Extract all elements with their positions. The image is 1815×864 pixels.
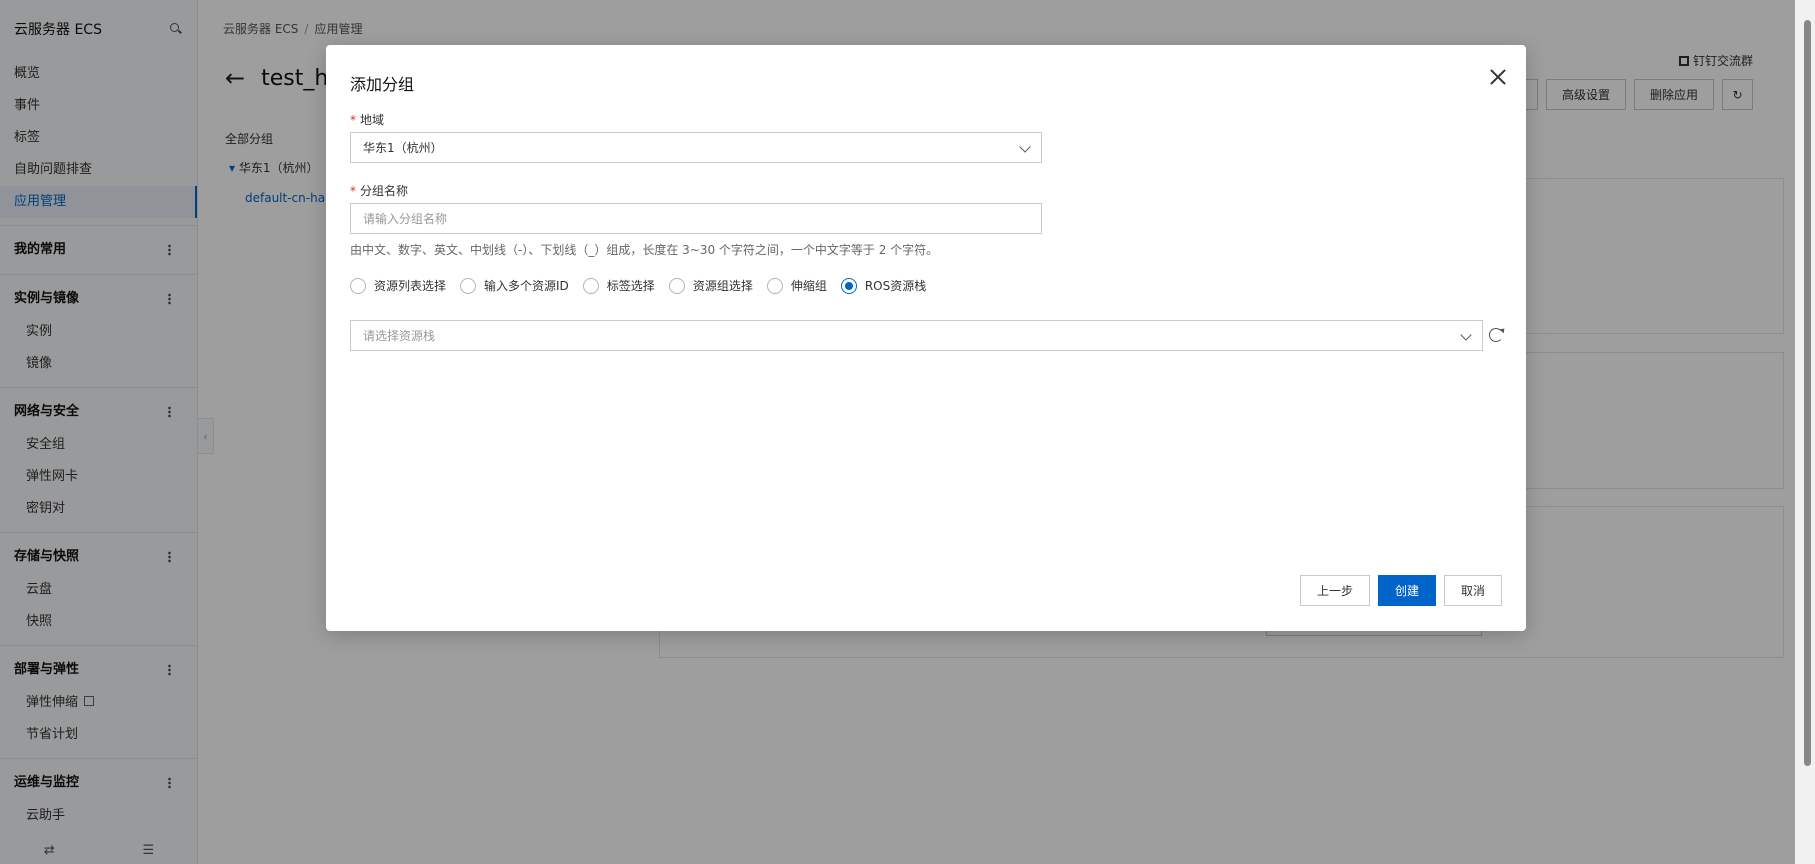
radio-icon	[460, 277, 477, 294]
close-icon[interactable]	[1490, 69, 1506, 85]
resource-selection-radio-group: 资源列表选择 输入多个资源ID 标签选择 资源组选择 伸缩组 ROS资源栈	[350, 277, 926, 294]
radio-resource-list[interactable]: 资源列表选择	[350, 277, 446, 294]
group-name-label: * 分组名称	[350, 182, 408, 199]
radio-label: 资源组选择	[692, 279, 753, 293]
region-label: * 地域	[350, 111, 384, 128]
radio-icon	[582, 277, 599, 294]
group-name-placeholder: 请输入分组名称	[363, 212, 448, 226]
radio-label: 资源列表选择	[374, 279, 447, 293]
radio-tags[interactable]: 标签选择	[582, 277, 655, 294]
group-name-hint: 由中文、数字、英文、中划线（-）、下划线（_）组成，长度在 3~30 个字符之间…	[350, 243, 939, 257]
dialog-footer: 上一步 创建 取消	[1299, 575, 1502, 606]
add-group-dialog: 添加分组 * 地域 华东1（杭州） * 分组名称 请输入分组名称 由中文、数字、英文…	[326, 45, 1526, 631]
cancel-button[interactable]: 取消	[1443, 575, 1502, 606]
radio-icon	[668, 277, 685, 294]
region-select[interactable]: 华东1（杭州）	[350, 132, 1042, 163]
radio-scaling-group[interactable]: 伸缩组	[766, 277, 827, 294]
radio-icon	[766, 277, 783, 294]
chevron-down-icon	[1460, 329, 1472, 341]
create-button[interactable]: 创建	[1377, 575, 1436, 606]
scrollbar-thumb[interactable]	[1804, 20, 1811, 766]
ros-stack-placeholder: 请选择资源栈	[363, 329, 436, 343]
group-name-input[interactable]: 请输入分组名称	[350, 203, 1042, 234]
chevron-down-icon	[1019, 141, 1031, 153]
radio-label: ROS资源栈	[864, 279, 927, 293]
radio-icon	[350, 277, 366, 294]
radio-checked-icon	[840, 277, 857, 294]
required-mark: *	[350, 113, 356, 127]
group-name-label-text: 分组名称	[360, 184, 409, 198]
radio-label: 标签选择	[606, 279, 655, 293]
radio-multiple-ids[interactable]: 输入多个资源ID	[460, 277, 569, 294]
radio-label: 输入多个资源ID	[484, 279, 569, 293]
radio-ros-stack[interactable]: ROS资源栈	[840, 277, 927, 294]
region-label-text: 地域	[360, 113, 385, 127]
region-select-value: 华东1（杭州）	[363, 141, 443, 155]
refresh-icon[interactable]	[1489, 328, 1503, 342]
dialog-title: 添加分组	[350, 75, 415, 94]
radio-label: 伸缩组	[790, 279, 827, 293]
ros-stack-select[interactable]: 请选择资源栈	[350, 320, 1483, 351]
previous-step-button[interactable]: 上一步	[1299, 575, 1370, 606]
required-mark: *	[350, 184, 356, 198]
radio-resource-group[interactable]: 资源组选择	[668, 277, 753, 294]
